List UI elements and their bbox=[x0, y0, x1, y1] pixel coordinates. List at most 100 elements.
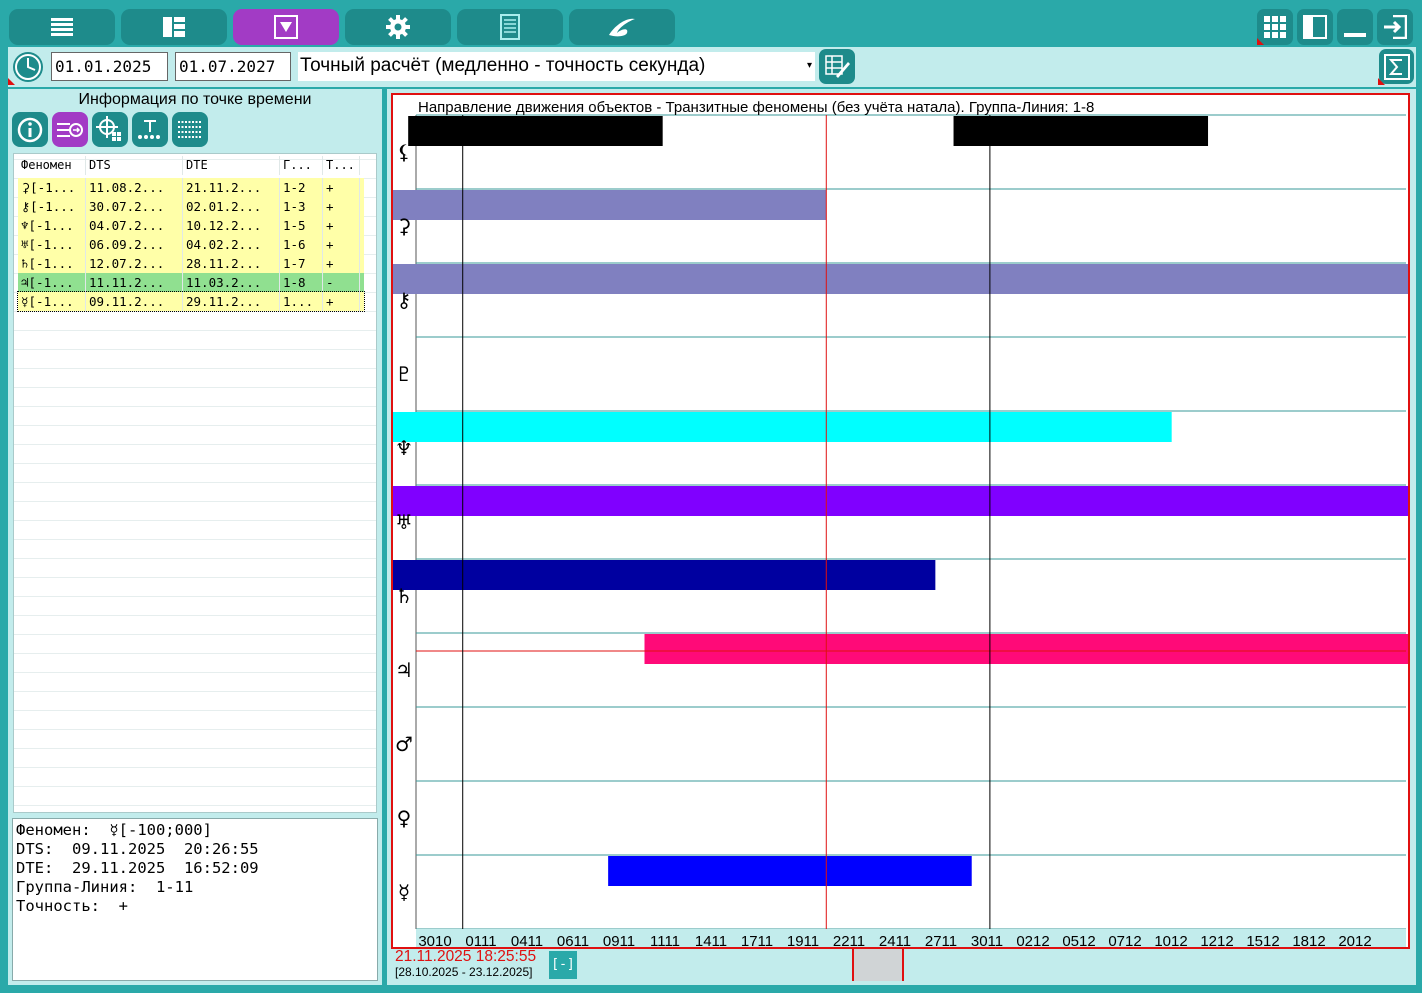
table-row[interactable]: ♅[-1... 06.09.2... 04.02.2... 1-6 + bbox=[18, 235, 364, 254]
document-button[interactable] bbox=[457, 9, 563, 45]
table-row[interactable]: ☿[-1... 09.11.2... 29.11.2... 1... + bbox=[17, 291, 365, 312]
phenomenon-details: Феномен: ☿[-100;000] DTS: 09.11.2025 20:… bbox=[12, 818, 378, 981]
column-header-phenomenon[interactable]: Феномен bbox=[18, 156, 86, 175]
swirl-logo-icon bbox=[609, 18, 635, 37]
gantt-bar bbox=[393, 412, 1172, 442]
time-range-bar: 01.01.2025 01.07.2027 Точный расчёт (мед… bbox=[8, 47, 1416, 87]
date-to-field[interactable]: 01.07.2027 bbox=[175, 52, 291, 81]
x-tick-label: 0212 bbox=[1016, 933, 1049, 947]
row-symbol-label: ♅ bbox=[395, 510, 413, 534]
x-tick-label: 2211 bbox=[833, 933, 865, 947]
table-cell-phenomenon: ☿[-1... bbox=[18, 292, 86, 311]
zoom-out-button[interactable]: [-] bbox=[549, 951, 577, 979]
exit-icon bbox=[1384, 15, 1407, 39]
x-tick-label: 1111 bbox=[650, 933, 680, 947]
minimize-button[interactable] bbox=[1337, 9, 1373, 45]
phenomena-table[interactable]: Феномен DTS DTE Г... Т... ⚳[-1... 11.08.2… bbox=[13, 153, 377, 813]
crosshair-table-button[interactable] bbox=[92, 112, 128, 147]
timeline-button[interactable] bbox=[132, 112, 168, 147]
column-header-accuracy[interactable]: Т... bbox=[323, 156, 360, 175]
gantt-bar bbox=[408, 116, 663, 146]
dropdown-triangle-icon bbox=[274, 15, 298, 39]
gantt-bar bbox=[393, 264, 1408, 294]
table-cell-group: 1... bbox=[280, 292, 323, 311]
table-cell-phenomenon: ⚷[-1... bbox=[18, 197, 86, 216]
date-from-field[interactable]: 01.01.2025 bbox=[51, 52, 168, 81]
table-cell-phenomenon: ♃[-1... bbox=[18, 273, 86, 292]
x-tick-label: 1812 bbox=[1292, 933, 1325, 947]
table-cell-group: 1-8 bbox=[280, 273, 323, 292]
table-cell-accuracy: + bbox=[323, 178, 360, 197]
x-tick-label: 1411 bbox=[695, 933, 727, 947]
details-group-line: Группа-Линия: 1-11 bbox=[16, 878, 194, 896]
list-grid-button[interactable] bbox=[172, 112, 208, 147]
details-phenomenon: Феномен: ☿[-100;000] bbox=[16, 821, 212, 839]
row-symbol-label: ⚷ bbox=[397, 288, 412, 312]
x-tick-label: 0611 bbox=[557, 933, 589, 947]
table-cell-accuracy: + bbox=[323, 292, 360, 311]
gantt-bar bbox=[644, 634, 1408, 664]
table-cell-dte: 21.11.2... bbox=[183, 178, 280, 197]
table-row[interactable]: ♆[-1... 04.07.2... 10.12.2... 1-5 + bbox=[18, 216, 364, 235]
chart-panel: ⚸ ⚳ ⚷ ♇ ♆ ♅ ♄ ♃ ♂ ♀ ☿ 3010 0111 0411 0611 0911 1111 1411 1… bbox=[387, 89, 1416, 985]
filter-mode-button[interactable] bbox=[233, 9, 339, 45]
row-symbol-label: ⚳ bbox=[397, 214, 412, 238]
row-symbol-label: ♇ bbox=[395, 362, 413, 386]
info-icon bbox=[17, 117, 43, 142]
table-cell-dte: 29.11.2... bbox=[183, 292, 280, 311]
calculation-mode-label: Точный расчёт (медленно - точность секун… bbox=[300, 55, 706, 76]
main-menu-button[interactable] bbox=[9, 9, 115, 45]
chart-title: Направление движения объектов - Транзитн… bbox=[418, 99, 1095, 116]
dashboard-button[interactable] bbox=[121, 9, 227, 45]
apply-range-button[interactable] bbox=[819, 49, 855, 84]
settings-button[interactable] bbox=[345, 9, 451, 45]
clock-icon[interactable] bbox=[11, 50, 45, 84]
panel-icon bbox=[1303, 15, 1327, 39]
info-button[interactable] bbox=[12, 112, 48, 147]
column-header-dts[interactable]: DTS bbox=[86, 156, 183, 175]
table-cell-dte: 02.01.2... bbox=[183, 197, 280, 216]
chart-canvas[interactable]: ⚸ ⚳ ⚷ ♇ ♆ ♅ ♄ ♃ ♂ ♀ ☿ 3010 0111 0411 0611 0911 1111 1411 1… bbox=[393, 95, 1408, 947]
chevron-down-icon: ▾ bbox=[806, 60, 812, 71]
table-cell-dte: 04.02.2... bbox=[183, 235, 280, 254]
table-row[interactable]: ♃[-1... 11.11.2... 11.03.2... 1-8- bbox=[18, 273, 364, 292]
x-tick-label: 3011 bbox=[971, 933, 1003, 947]
red-corner-marker bbox=[1378, 78, 1385, 85]
sigma-icon bbox=[1383, 53, 1410, 80]
row-symbol-label: ♂ bbox=[395, 732, 413, 756]
table-row[interactable]: ♄[-1... 12.07.2... 28.11.2... 1-7 + bbox=[18, 254, 364, 273]
direction-chart[interactable]: ⚸ ⚳ ⚷ ♇ ♆ ♅ ♄ ♃ ♂ ♀ ☿ 3010 0111 0411 0611 0911 1111 1411 1… bbox=[391, 93, 1410, 949]
column-header-group[interactable]: Г... bbox=[280, 156, 323, 175]
table-cell-group: 1-3 bbox=[280, 197, 323, 216]
table-row[interactable]: ⚷[-1... 30.07.2... 02.01.2... 1-3 + bbox=[18, 197, 364, 216]
calculation-mode-select[interactable]: Точный расчёт (медленно - точность секун… bbox=[298, 52, 815, 81]
timeline-scroll-thumb[interactable] bbox=[852, 949, 904, 981]
logo-button[interactable] bbox=[569, 9, 675, 45]
panel-title: Информация по точке времени bbox=[78, 91, 312, 108]
document-icon bbox=[500, 14, 520, 40]
red-corner-marker bbox=[1257, 38, 1264, 45]
x-tick-label: 0712 bbox=[1108, 933, 1141, 947]
table-cell-dts: 12.07.2... bbox=[86, 254, 183, 273]
x-tick-label: 1012 bbox=[1154, 933, 1187, 947]
cursor-time-label: 21.11.2025 18:25:55 bbox=[395, 948, 537, 965]
gear-icon bbox=[386, 15, 410, 39]
table-cell-dts: 04.07.2... bbox=[86, 216, 183, 235]
table-cell-dte: 28.11.2... bbox=[183, 254, 280, 273]
table-cell-phenomenon: ♄[-1... bbox=[18, 254, 86, 273]
arrow-lines-icon bbox=[57, 122, 83, 137]
column-header-dte[interactable]: DTE bbox=[183, 156, 280, 175]
x-tick-label: 0512 bbox=[1062, 933, 1095, 947]
gantt-bar bbox=[608, 856, 972, 886]
table-row[interactable]: ⚳[-1... 11.08.2... 21.11.2... 1-2 + bbox=[18, 178, 364, 197]
x-tick-label: 2012 bbox=[1338, 933, 1371, 947]
dashboard-icon bbox=[163, 17, 185, 37]
table-cell-dte: 10.12.2... bbox=[183, 216, 280, 235]
panel-toggle-button[interactable] bbox=[1297, 9, 1333, 45]
table-cell-dts: 30.07.2... bbox=[86, 197, 183, 216]
direction-button[interactable] bbox=[52, 112, 88, 147]
x-tick-label: 0111 bbox=[465, 933, 496, 947]
exit-button[interactable] bbox=[1377, 9, 1413, 45]
x-tick-label: 1711 bbox=[741, 933, 773, 947]
red-corner-marker bbox=[8, 78, 15, 85]
